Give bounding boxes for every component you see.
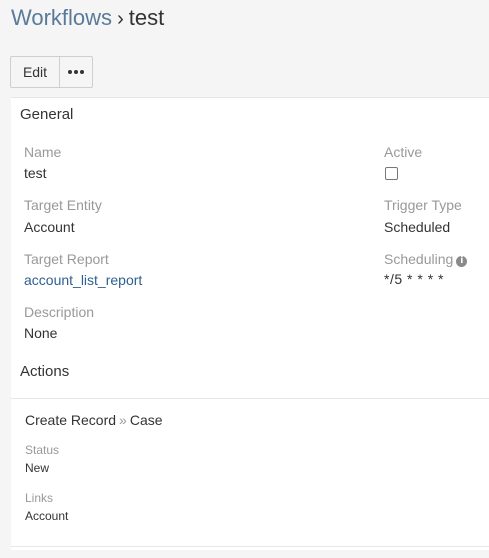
action-status-value: New <box>25 461 50 475</box>
page-title: test <box>128 5 165 30</box>
panel-bottom-divider <box>11 546 489 547</box>
scheduling-label: Scheduling <box>384 251 454 267</box>
actions-heading: Actions <box>20 363 70 380</box>
target-entity-value: Account <box>24 219 75 235</box>
name-label: Name <box>24 144 62 160</box>
action-separator: » <box>119 412 127 428</box>
more-actions-button[interactable] <box>60 56 93 88</box>
name-value: test <box>24 165 47 181</box>
trigger-type-value: Scheduled <box>384 219 451 235</box>
action-links-label: Links <box>25 491 54 505</box>
active-checkbox <box>385 167 398 180</box>
target-report-link[interactable]: account_list_report <box>24 272 142 288</box>
ellipsis-icon <box>68 70 84 74</box>
scheduling-value: */5 * * * * <box>384 271 444 287</box>
action-status-label: Status <box>25 443 60 457</box>
description-value: None <box>24 325 58 341</box>
info-icon[interactable]: i <box>456 256 468 267</box>
action-target: Case <box>129 412 163 428</box>
trigger-type-label: Trigger Type <box>384 197 462 213</box>
scheduling-label-wrap: Scheduling i <box>384 251 468 267</box>
active-label: Active <box>384 144 423 160</box>
record-toolbar: Edit <box>10 56 93 88</box>
general-heading: General <box>20 106 74 123</box>
breadcrumb: Workflows › test <box>11 4 164 33</box>
action-links-value: Account <box>25 509 69 523</box>
actions-divider <box>11 398 489 399</box>
edit-button[interactable]: Edit <box>10 56 60 88</box>
detail-panel: General Name test Active Target Entity A… <box>11 97 489 550</box>
action-type: Create Record <box>25 412 117 428</box>
description-label: Description <box>24 304 95 320</box>
target-report-label: Target Report <box>24 251 109 267</box>
target-entity-label: Target Entity <box>24 197 102 213</box>
breadcrumb-separator: › <box>117 8 124 30</box>
action-item-title: Create Record» Case <box>25 412 163 428</box>
breadcrumb-workflows-link[interactable]: Workflows <box>11 5 112 30</box>
